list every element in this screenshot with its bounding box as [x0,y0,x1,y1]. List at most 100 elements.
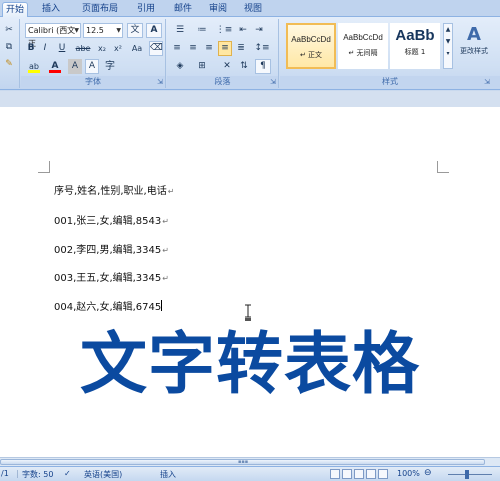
dialog-launcher-icon[interactable]: ⇲ [484,78,490,86]
font-name-combo[interactable]: Calibri (西文正 ▼ [25,23,81,48]
document-line[interactable]: 序号,姓名,性别,职业,电话↵ [54,182,174,197]
change-styles-button[interactable]: A 更改样式 [456,23,492,69]
eraser-icon: ⌫ [150,43,163,53]
line-spacing-icon: ↕≡ [254,43,270,53]
pilcrow-icon: ¶ [260,61,266,71]
font-color-bar [49,70,61,73]
language[interactable]: 英语(美国) [84,469,122,480]
zoom-slider-thumb[interactable] [465,470,469,479]
italic-button[interactable]: I [39,41,51,56]
align-center-icon: ≡ [189,43,197,53]
font-group-label: 字体 [21,76,165,87]
enclose-characters-icon: 字 [105,61,115,72]
bold-button[interactable]: B [25,41,37,56]
document-line[interactable]: 002,李四,男,编辑,3345↵ [54,241,169,256]
align-left-icon: ≡ [173,43,181,53]
status-bar: /1 | 字数: 50 ✓ 英语(美国) 插入 100% ⊖ [0,466,500,481]
insert-mode[interactable]: 插入 [160,469,176,480]
clear-formatting-button[interactable]: ⌫ [149,41,163,56]
numbering-button[interactable]: ≔ [192,23,212,38]
format-painter-icon[interactable]: ✎ [2,57,16,72]
draft-view-icon[interactable] [378,469,388,479]
tab-insert[interactable]: 插入 [38,2,64,17]
styles-gallery-scroll[interactable]: ▲ ▼ ▾ [443,23,453,69]
highlight-color-bar [28,70,40,73]
change-case-button[interactable]: Aa [128,41,146,56]
line-text: 002,李四,男,编辑,3345 [54,245,162,256]
full-screen-reading-view-icon[interactable] [342,469,352,479]
line-text: 003,王五,女,编辑,3345 [54,273,162,284]
align-left-button[interactable]: ≡ [170,41,184,56]
superscript-icon: x² [114,44,122,53]
align-right-button[interactable]: ≡ [202,41,216,56]
document-line[interactable]: 004,赵六,女,编辑,6745 [54,298,163,313]
style-normal[interactable]: AaBbCcDd ↵ 正文 [286,23,336,69]
style-heading-1[interactable]: AaBb 标题 1 [390,23,440,69]
outline-view-icon[interactable] [366,469,376,479]
superscript-button[interactable]: x² [111,41,125,56]
print-layout-view-icon[interactable] [330,469,340,479]
justify-button[interactable]: ≡ [218,41,232,56]
sort-button[interactable]: ⇅ [237,59,251,74]
line-text: 序号,姓名,性别,职业,电话 [54,186,167,197]
subscript-button[interactable]: x₂ [95,41,109,56]
align-center-button[interactable]: ≡ [186,41,200,56]
distributed-button[interactable]: ≣ [234,41,248,56]
style-name: ↵ 无间隔 [348,49,378,57]
align-right-icon: ≡ [205,43,213,53]
chevron-up-icon: ▲ [445,26,451,33]
font-size-combo[interactable]: 12.5 ▼ [83,23,123,38]
decrease-indent-button[interactable]: ⇤ [236,23,250,38]
zoom-out-icon[interactable]: ⊖ [424,468,432,478]
grow-font-button[interactable]: A [146,23,162,38]
tab-view[interactable]: 视图 [240,2,266,17]
paragraph-mark-icon: ↵ [162,246,169,255]
strikethrough-button[interactable]: abe [74,41,92,56]
chevron-down-icon: ▼ [445,38,451,45]
document-area[interactable]: 序号,姓名,性别,职业,电话↵ 001,张三,女,编辑,8543↵ 002,李四… [0,91,500,457]
web-layout-view-icon[interactable] [354,469,364,479]
grow-font-icon: A [150,25,158,35]
chevron-down-icon: ▼ [74,27,79,34]
horizontal-scrollbar[interactable]: ▪▪▪ [0,457,500,466]
dialog-launcher-icon[interactable]: ⇲ [157,78,163,86]
borders-button[interactable]: ⊞ [192,59,212,74]
word-count[interactable]: 字数: 50 [22,469,53,480]
numbered-list-icon: ≔ [197,25,207,35]
border-icon: ⊞ [198,61,206,71]
highlight-button[interactable]: ab [25,59,43,74]
tab-references[interactable]: 引用 [133,2,159,17]
copy-icon[interactable]: ⧉ [2,40,16,55]
grip-icon: ▪▪▪ [238,459,249,465]
shading-button[interactable]: ◈ [170,59,190,74]
character-border-button[interactable]: A [85,59,99,74]
ribbon: ✂ ⧉ ✎ Calibri (西文正 ▼ 12.5 ▼ 文 A B I U abe … [0,17,500,90]
dialog-launcher-icon[interactable]: ⇲ [270,78,276,86]
phonetic-guide-button[interactable]: 文 [127,23,143,38]
character-shading-button[interactable]: A [68,59,82,74]
show-marks-button[interactable]: ¶ [255,59,271,74]
chinese-layout-button[interactable]: ✕ [219,59,235,74]
tab-mailings[interactable]: 邮件 [170,2,196,17]
document-line[interactable]: 003,王五,女,编辑,3345↵ [54,269,169,284]
line-spacing-button[interactable]: ↕≡ [252,41,272,56]
cut-icon[interactable]: ✂ [2,23,16,38]
tab-page-layout[interactable]: 页面布局 [78,2,122,17]
tab-home[interactable]: 开始 [2,2,28,17]
document-line[interactable]: 001,张三,女,编辑,8543↵ [54,212,169,227]
enclose-characters-button[interactable]: 字 [103,59,117,74]
zoom-slider[interactable] [448,474,492,475]
proofing-icon[interactable]: ✓ [64,469,71,478]
multilevel-list-icon: ⋮≡ [215,25,233,35]
page-count[interactable]: /1 [1,469,9,478]
margin-corner-mark [38,161,50,173]
increase-indent-button[interactable]: ⇥ [252,23,266,38]
overlay-title: 文字转表格 [80,325,420,403]
font-color-button[interactable]: A [46,59,64,74]
zoom-level[interactable]: 100% [397,469,420,478]
style-no-spacing[interactable]: AaBbCcDd ↵ 无间隔 [338,23,388,69]
multilevel-list-button[interactable]: ⋮≡ [214,23,234,38]
underline-button[interactable]: U [53,41,71,56]
tab-review[interactable]: 审阅 [205,2,231,17]
bullets-button[interactable]: ☰ [170,23,190,38]
